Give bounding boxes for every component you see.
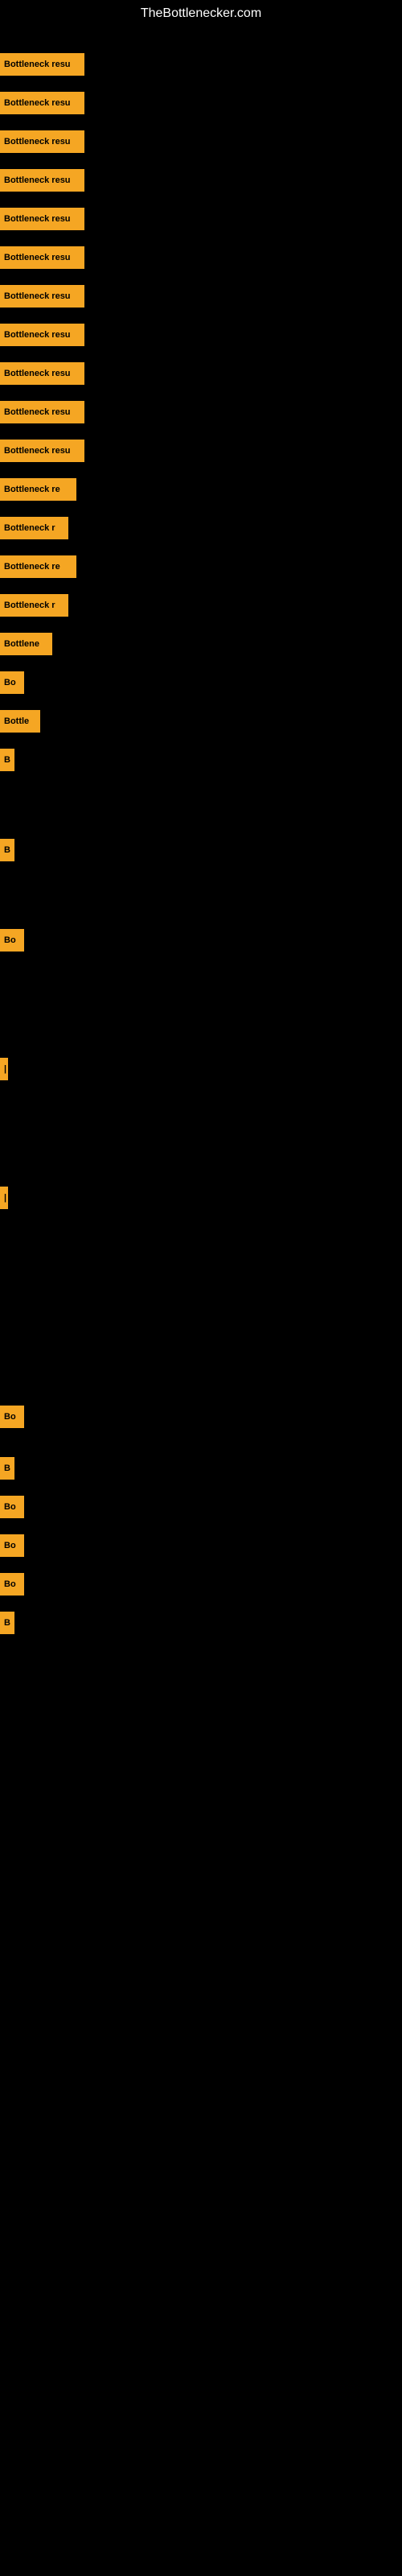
bar-row: B (0, 839, 14, 861)
bar-row: Bo (0, 1406, 24, 1428)
bar-label: Bottleneck resu (0, 169, 84, 192)
bar-row: Bottleneck resu (0, 169, 84, 192)
site-title: TheBottlenecker.com (0, 0, 402, 27)
bar-row: B (0, 1612, 14, 1634)
bar-row: Bottleneck resu (0, 285, 84, 308)
bar-label: Bottleneck re (0, 478, 76, 501)
bar-label: Bottleneck r (0, 517, 68, 539)
bar-label: Bo (0, 671, 24, 694)
bar-label: Bo (0, 1406, 24, 1428)
bar-row: Bo (0, 1573, 24, 1596)
bar-row: Bottleneck resu (0, 130, 84, 153)
bar-row: Bottleneck r (0, 594, 68, 617)
bar-row: Bottleneck r (0, 517, 68, 539)
bar-row: Bottleneck resu (0, 440, 84, 462)
bar-row: Bottleneck re (0, 478, 76, 501)
bar-row: | (0, 1058, 8, 1080)
bar-row: B (0, 1457, 14, 1480)
bar-label: Bottleneck resu (0, 440, 84, 462)
bar-row: Bottleneck resu (0, 208, 84, 230)
bar-label: Bo (0, 1534, 24, 1557)
bar-row: B (0, 749, 14, 771)
bar-label: Bottleneck r (0, 594, 68, 617)
bar-label: Bottleneck resu (0, 401, 84, 423)
bar-label: Bottlene (0, 633, 52, 655)
bar-row: Bo (0, 671, 24, 694)
bar-row: Bottleneck resu (0, 401, 84, 423)
bar-label: Bo (0, 929, 24, 952)
bar-label: Bottleneck resu (0, 92, 84, 114)
bar-label: B (0, 749, 14, 771)
bar-row: Bottleneck re (0, 555, 76, 578)
bar-label: B (0, 1457, 14, 1480)
bar-label: Bottleneck resu (0, 324, 84, 346)
bar-row: Bottleneck resu (0, 362, 84, 385)
bar-label: Bottleneck resu (0, 53, 84, 76)
bar-label: Bottleneck resu (0, 130, 84, 153)
bar-row: Bottleneck resu (0, 92, 84, 114)
bar-label: Bottleneck re (0, 555, 76, 578)
bar-label: Bottleneck resu (0, 208, 84, 230)
bar-label: Bo (0, 1496, 24, 1518)
bar-label: B (0, 839, 14, 861)
bar-label: Bottleneck resu (0, 362, 84, 385)
bar-row: | (0, 1187, 8, 1209)
bar-row: Bo (0, 1534, 24, 1557)
bar-row: Bo (0, 1496, 24, 1518)
bar-row: Bottleneck resu (0, 324, 84, 346)
bar-label: B (0, 1612, 14, 1634)
bar-label: Bottleneck resu (0, 246, 84, 269)
bar-row: Bottleneck resu (0, 246, 84, 269)
bar-row: Bottle (0, 710, 40, 733)
bar-label: | (0, 1058, 8, 1080)
bar-label: | (0, 1187, 8, 1209)
bar-row: Bottleneck resu (0, 53, 84, 76)
bar-label: Bottle (0, 710, 40, 733)
bar-row: Bo (0, 929, 24, 952)
bar-row: Bottlene (0, 633, 52, 655)
bar-label: Bottleneck resu (0, 285, 84, 308)
bar-label: Bo (0, 1573, 24, 1596)
